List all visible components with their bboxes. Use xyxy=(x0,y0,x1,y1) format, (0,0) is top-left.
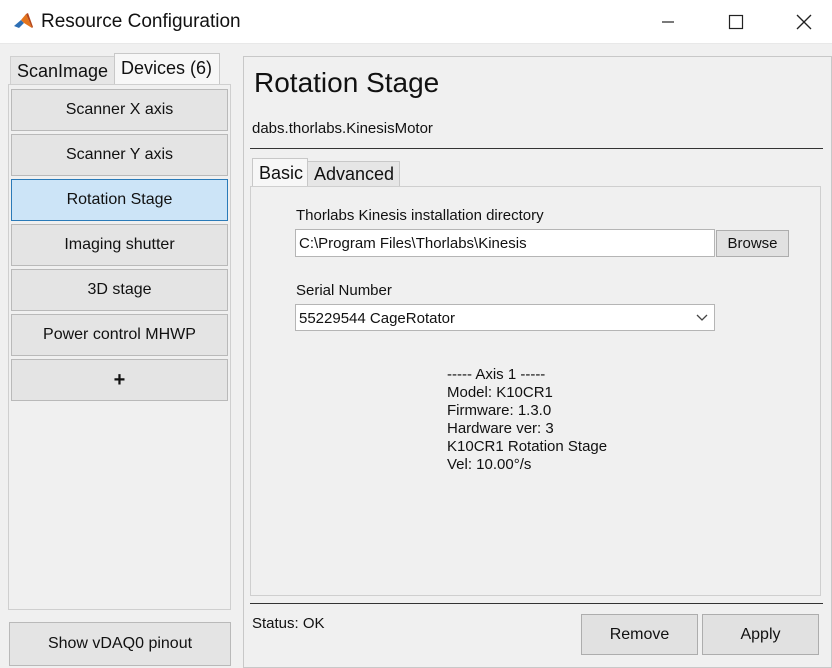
device-scanner-y-button[interactable]: Scanner Y axis xyxy=(11,134,228,176)
minimize-button[interactable] xyxy=(636,0,700,44)
close-icon xyxy=(796,14,812,30)
info-line: ----- Axis 1 ----- xyxy=(447,366,546,383)
title-bar: Resource Configuration xyxy=(0,0,832,44)
tab-scanimage[interactable]: ScanImage xyxy=(10,56,116,86)
device-3d-stage-button[interactable]: 3D stage xyxy=(11,269,228,311)
divider xyxy=(250,603,823,604)
device-rotation-stage-button[interactable]: Rotation Stage xyxy=(11,179,228,221)
tab-basic[interactable]: Basic xyxy=(252,158,308,188)
serial-number-dropdown[interactable]: 55229544 CageRotator xyxy=(295,304,715,331)
serial-number-value: 55229544 CageRotator xyxy=(299,310,455,327)
info-line: K10CR1 Rotation Stage xyxy=(447,438,608,455)
info-line: Vel: 10.00°/s xyxy=(447,456,532,473)
apply-button[interactable]: Apply xyxy=(702,614,819,655)
page-title: Rotation Stage xyxy=(254,67,440,98)
browse-button[interactable]: Browse xyxy=(716,230,789,257)
tab-advanced[interactable]: Advanced xyxy=(307,161,400,188)
device-scanner-x-button[interactable]: Scanner X axis xyxy=(11,89,228,131)
minimize-icon xyxy=(662,21,674,23)
maximize-button[interactable] xyxy=(704,0,768,44)
device-power-control-button[interactable]: Power control MHWP xyxy=(11,314,228,356)
info-line: Firmware: 1.3.0 xyxy=(447,402,552,419)
window-title: Resource Configuration xyxy=(41,11,241,32)
tab-devices[interactable]: Devices (6) xyxy=(114,53,220,86)
show-vdaq-pinout-button[interactable]: Show vDAQ0 pinout xyxy=(9,622,231,666)
maximize-icon xyxy=(728,14,744,30)
add-device-button[interactable]: + xyxy=(11,359,228,401)
matlab-logo-icon xyxy=(12,11,34,33)
divider xyxy=(250,148,823,149)
serial-number-label: Serial Number xyxy=(296,282,392,299)
close-button[interactable] xyxy=(772,0,832,44)
device-info-block: ----- Axis 1 ----- Model: K10CR1 Firmwar… xyxy=(447,366,607,474)
install-dir-input[interactable] xyxy=(295,229,715,257)
info-line: Hardware ver: 3 xyxy=(447,420,554,437)
status-text: Status: OK xyxy=(252,615,325,632)
device-imaging-shutter-button[interactable]: Imaging shutter xyxy=(11,224,228,266)
chevron-down-icon[interactable] xyxy=(692,309,712,327)
info-line: Model: K10CR1 xyxy=(447,384,553,401)
install-dir-label: Thorlabs Kinesis installation directory xyxy=(296,207,544,224)
remove-button[interactable]: Remove xyxy=(581,614,698,655)
device-class-name: dabs.thorlabs.KinesisMotor xyxy=(252,120,433,137)
